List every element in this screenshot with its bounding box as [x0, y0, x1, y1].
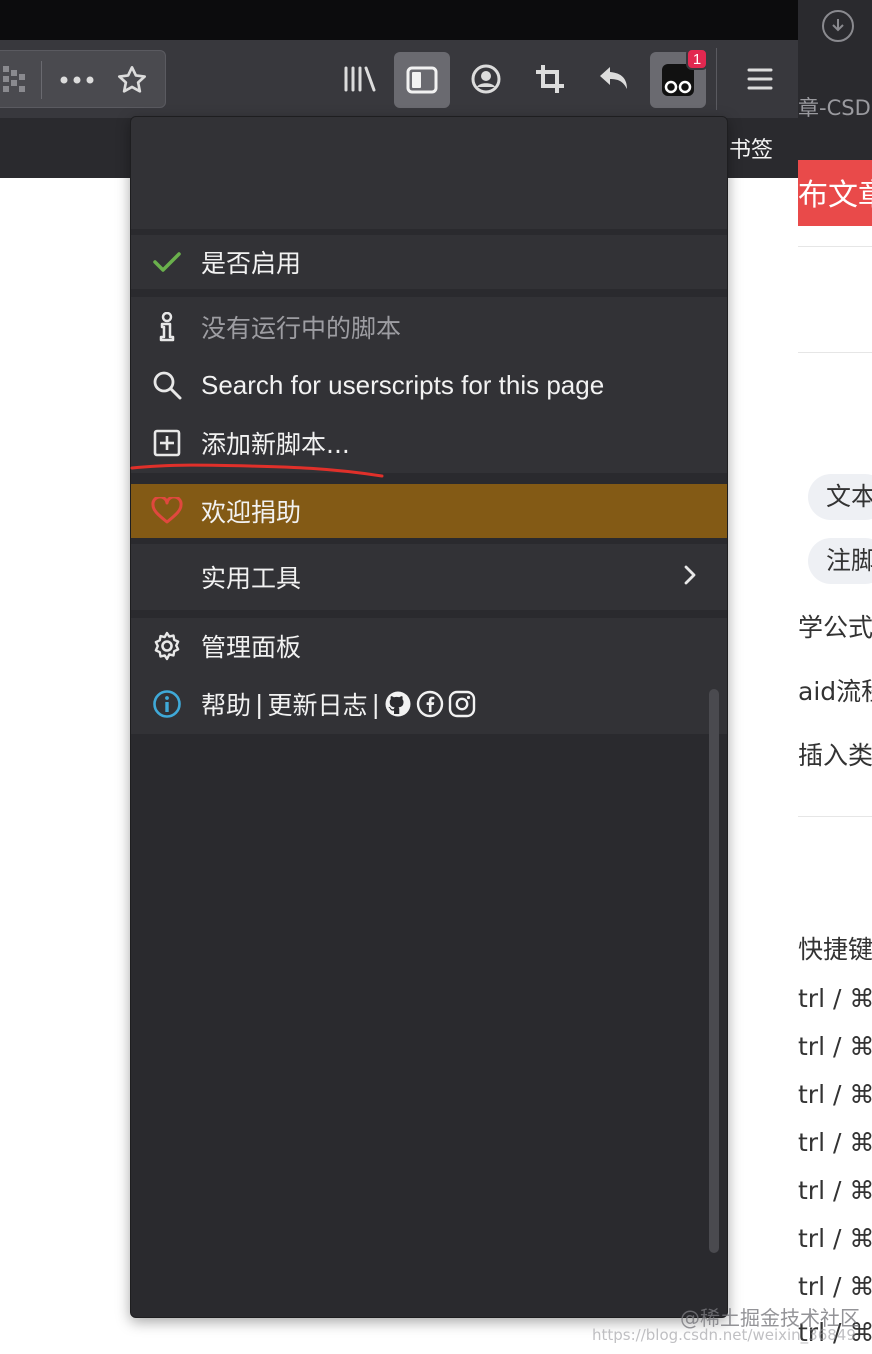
facebook-icon[interactable]	[416, 690, 444, 718]
toolbar-divider	[716, 48, 717, 110]
screenshot-crop-icon[interactable]	[526, 54, 574, 104]
heart-icon	[151, 495, 183, 527]
account-icon[interactable]	[462, 54, 510, 104]
menu-item[interactable]: 插入类	[798, 736, 872, 772]
dashboard-item[interactable]: 管理面板	[131, 618, 727, 674]
publish-article-button[interactable]: 布文章	[798, 160, 872, 226]
instagram-icon[interactable]	[448, 690, 476, 718]
utilities-section: 实用工具	[131, 544, 727, 610]
add-new-script-label: 添加新脚本...	[201, 430, 350, 459]
window-titlebar	[0, 0, 798, 40]
url-bar-separator	[41, 61, 42, 99]
popup-scrollbar[interactable]	[709, 689, 719, 1253]
search-icon	[151, 369, 183, 401]
info-figure-icon	[151, 311, 183, 343]
menu-item[interactable]: 学公式	[798, 608, 872, 644]
divider	[798, 816, 872, 817]
no-running-scripts: 没有运行中的脚本	[131, 299, 727, 355]
search-userscripts-label: Search for userscripts for this page	[201, 369, 605, 400]
enabled-label: 是否启用	[201, 249, 302, 278]
changelog-link[interactable]: 更新日志	[267, 686, 367, 722]
tampermonkey-extension-icon[interactable]: 1	[650, 48, 708, 108]
popup-header	[131, 117, 727, 229]
donate-label: 欢迎捐助	[201, 498, 302, 527]
enabled-toggle[interactable]: 是否启用	[131, 235, 727, 289]
menu-item[interactable]: aid流程	[798, 672, 872, 708]
checkmark-icon	[151, 246, 183, 278]
plus-square-icon	[151, 427, 183, 459]
footer-section: 管理面板 帮助 | 更新日志 |	[131, 618, 727, 734]
scripts-section: 没有运行中的脚本 Search for userscripts for this…	[131, 297, 727, 473]
link-separator: |	[371, 689, 380, 719]
download-icon[interactable]	[822, 10, 854, 42]
sidebar-icon[interactable]	[394, 52, 450, 108]
shortcut-row: trl / ⌘	[798, 1128, 872, 1157]
qr-code-icon[interactable]	[0, 63, 29, 97]
shortcut-row: trl / ⌘	[798, 1224, 872, 1253]
divider	[798, 352, 872, 353]
pill-item[interactable]: 注脚	[808, 538, 872, 584]
no-running-scripts-label: 没有运行中的脚本	[201, 314, 402, 343]
gear-icon	[151, 630, 183, 662]
background-tab-title[interactable]: 章-CSD	[798, 92, 871, 122]
publish-article-label: 布文章	[798, 178, 872, 213]
github-icon[interactable]	[384, 690, 412, 718]
tampermonkey-popup: 是否启用 没有运行中的脚本 Search for userscripts for…	[130, 116, 728, 1318]
undo-icon[interactable]	[590, 54, 638, 104]
red-underline-annotation	[130, 463, 384, 478]
divider	[798, 246, 872, 247]
shortcut-row: trl / ⌘	[798, 984, 872, 1013]
library-icon[interactable]	[336, 54, 384, 104]
shortcut-row: trl / ⌘	[798, 1272, 872, 1301]
search-userscripts-item[interactable]: Search for userscripts for this page	[131, 357, 727, 413]
info-circle-icon	[151, 688, 183, 720]
shortcut-row: trl / ⌘	[798, 1032, 872, 1061]
extension-badge: 1	[686, 48, 708, 70]
chevron-right-icon	[683, 564, 697, 590]
help-row: 帮助 | 更新日志 |	[131, 676, 727, 732]
enabled-section: 是否启用	[131, 235, 727, 289]
shortcut-row: trl / ⌘	[798, 1176, 872, 1205]
link-separator: |	[255, 689, 264, 719]
background-window: 章-CSD 布文章 文本 注脚 学公式 aid流程 插入类 快捷键 trl / …	[798, 0, 872, 1354]
utilities-item[interactable]: 实用工具	[131, 544, 727, 610]
page-actions-icon[interactable]	[57, 63, 97, 97]
hamburger-menu-icon[interactable]	[736, 54, 784, 104]
shortcut-row: trl / ⌘	[798, 1080, 872, 1109]
watermark-url: https://blog.csdn.net/weixin_36849	[592, 1326, 856, 1344]
utilities-label: 实用工具	[201, 564, 302, 593]
pill-item[interactable]: 文本	[808, 474, 872, 520]
help-link[interactable]: 帮助	[201, 686, 251, 722]
background-window-toolbar: 章-CSD	[798, 0, 872, 176]
donate-item[interactable]: 欢迎捐助	[131, 484, 727, 538]
browser-toolbar: 1	[0, 40, 798, 118]
bookmarks-label[interactable]: 书签	[729, 132, 773, 164]
shortcuts-heading: 快捷键	[798, 935, 872, 964]
bookmark-star-icon[interactable]	[113, 61, 151, 99]
dashboard-label: 管理面板	[201, 633, 302, 662]
help-links: 帮助 | 更新日志 |	[201, 686, 476, 722]
url-bar[interactable]	[0, 50, 166, 108]
